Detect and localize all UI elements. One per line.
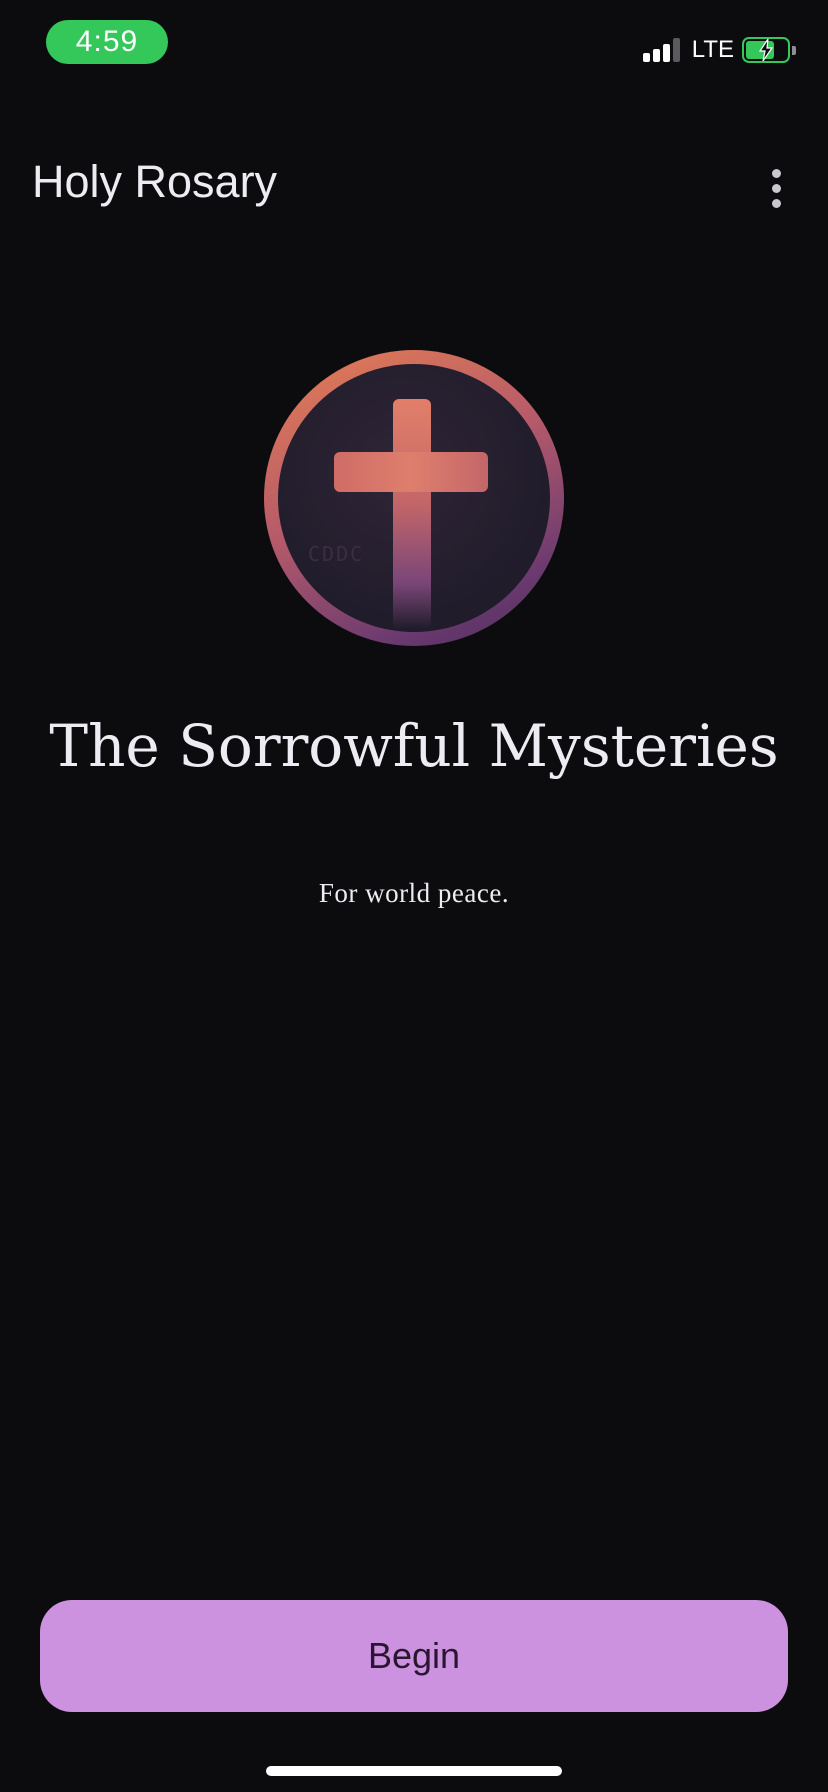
cross-emblem: CDDC [264, 350, 564, 646]
more-options-button[interactable] [756, 160, 796, 216]
signal-icon [642, 38, 680, 62]
status-time: 4:59 [46, 20, 168, 64]
home-indicator[interactable] [266, 1766, 562, 1776]
battery-charging-icon [742, 37, 796, 63]
cross-icon [393, 399, 431, 629]
rosary-screen: 4:59 LTE Holy Rosary CDDC The Sorrowful … [0, 0, 828, 1792]
network-type-label: LTE [691, 36, 734, 63]
status-indicators: LTE [642, 34, 796, 66]
begin-button[interactable]: Begin [40, 1600, 788, 1712]
more-vertical-icon [771, 168, 781, 178]
mystery-title: The Sorrowful Mysteries [49, 712, 779, 780]
prayer-intention: For world peace. [318, 878, 510, 908]
emblem-faint-text: CDDC [308, 542, 365, 566]
app-title: Holy Rosary [32, 156, 278, 207]
